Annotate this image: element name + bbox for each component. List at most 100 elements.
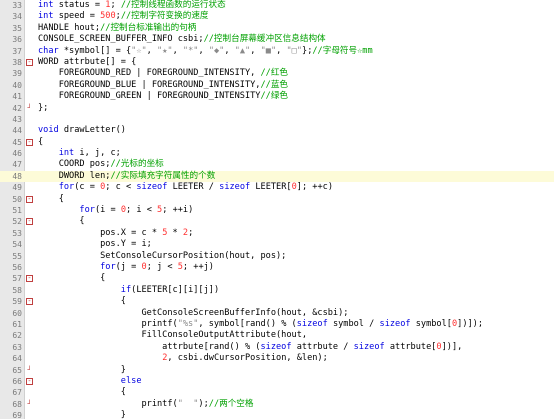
code-line[interactable]: 65 ┘ } <box>0 365 554 376</box>
code-line[interactable]: 67 { <box>0 387 554 398</box>
code-text: 2, csbi.dwCursorPosition, &len); <box>38 353 328 364</box>
code-line[interactable]: 45-{ <box>0 137 554 148</box>
code-token: //控制字符变换的速度 <box>120 11 209 22</box>
code-line[interactable]: 46 int i, j, c; <box>0 148 554 159</box>
code-line[interactable]: 39 FOREGROUND_RED | FOREGROUND_INTENSITY… <box>0 68 554 79</box>
code-line[interactable]: 69 } <box>0 410 554 419</box>
code-line[interactable]: 63 attrbute[rand() % (sizeof attrbute / … <box>0 342 554 353</box>
code-line[interactable]: 53 pos.X = c * 5 * 2; <box>0 228 554 239</box>
code-token: , <box>276 45 287 56</box>
code-text: GetConsoleScreenBufferInfo(hout, &csbi); <box>38 308 348 319</box>
code-line[interactable]: 33 int status = 1; //控制线程函数的运行状态 <box>0 0 554 11</box>
code-line[interactable]: 44 void drawLetter() <box>0 125 554 136</box>
code-token: FillConsoleOutputAttribute(hout, <box>38 330 308 341</box>
line-number: 51 <box>12 206 22 216</box>
code-token: , <box>172 45 183 56</box>
code-line[interactable]: 36 CONSOLE_SCREEN_BUFFER_INFO csbi;//控制台屏… <box>0 34 554 45</box>
code-text: if(LEETER[c][i][j]) <box>38 285 219 296</box>
code-token: drawLetter() <box>58 125 126 136</box>
code-text: void drawLetter() <box>38 125 126 136</box>
code-text: DWORD len;//实际填充字符属性的个数 <box>38 171 216 182</box>
code-token: { <box>38 216 85 227</box>
code-line[interactable]: 50- { <box>0 194 554 205</box>
code-text: pos.X = c * 5 * 2; <box>38 228 193 239</box>
code-line[interactable]: 37 char *symbol[] = {"☆", "★", "*", "◆", … <box>0 46 554 57</box>
code-line[interactable]: 43 <box>0 114 554 125</box>
fold-toggle-icon[interactable]: - <box>26 138 33 146</box>
code-token: else <box>120 375 142 386</box>
code-token: "%s" <box>177 318 199 329</box>
code-line[interactable]: 51 for(i = 0; i < 5; ++i) <box>0 205 554 216</box>
code-text: printf(" ");//两个空格 <box>38 398 253 410</box>
code-line[interactable]: 58 if(LEETER[c][i][j]) <box>0 285 554 296</box>
code-line[interactable]: 35 HANDLE hout;//控制台标准输出的句柄 <box>0 23 554 34</box>
fold-toggle-icon[interactable]: - <box>26 377 33 385</box>
line-number: 41 <box>12 92 22 102</box>
code-line[interactable]: 41 FOREGROUND_GREEN | FOREGROUND_INTENSI… <box>0 91 554 102</box>
code-line[interactable]: 48 DWORD len;//实际填充字符属性的个数 <box>0 170 554 183</box>
code-text: SetConsoleCursorPosition(hout, pos); <box>38 251 286 262</box>
code-line[interactable]: 66- else <box>0 376 554 387</box>
fold-toggle-icon[interactable]: - <box>26 218 33 226</box>
code-line[interactable]: 49 for(c = 0; c < sizeof LEETER / sizeof… <box>0 182 554 193</box>
code-line[interactable]: 52- { <box>0 216 554 227</box>
line-number: 65 <box>12 365 22 375</box>
code-text: WORD attrbute[] = { <box>38 57 136 68</box>
code-token: { <box>38 296 126 307</box>
fold-toggle-icon[interactable]: - <box>26 195 33 203</box>
code-text: else <box>38 376 142 387</box>
code-area[interactable]: 33 int status = 1; //控制线程函数的运行状态 34 int spe… <box>0 0 554 419</box>
code-line[interactable]: 62 FillConsoleOutputAttribute(hout, <box>0 330 554 341</box>
code-token: FOREGROUND_RED | FOREGROUND_INTENSITY, <box>38 68 261 79</box>
code-line[interactable]: 40 FOREGROUND_BLUE | FOREGROUND_INTENSIT… <box>0 80 554 91</box>
line-number: 61 <box>12 319 22 329</box>
code-token: //光标的坐标 <box>110 159 164 170</box>
code-text: int status = 1; //控制线程函数的运行状态 <box>38 0 226 11</box>
code-line[interactable]: 59- { <box>0 296 554 307</box>
code-text: { <box>38 216 85 227</box>
code-editor[interactable]: 33 int status = 1; //控制线程函数的运行状态 34 int spe… <box>0 0 554 419</box>
code-line[interactable]: 64 2, csbi.dwCursorPosition, &len); <box>0 353 554 364</box>
fold-toggle-icon[interactable]: - <box>26 298 33 306</box>
code-line[interactable]: 61 printf("%s", symbol[rand() % (sizeof … <box>0 319 554 330</box>
code-token: "▲" <box>234 45 251 56</box>
code-line[interactable]: 54 pos.Y = i; <box>0 239 554 250</box>
line-number: 67 <box>12 388 22 398</box>
line-number: 47 <box>12 160 22 170</box>
code-text: } <box>38 410 126 419</box>
code-line[interactable]: 47 COORD pos;//光标的坐标 <box>0 159 554 170</box>
code-token: ; ++i) <box>162 205 194 216</box>
code-line[interactable]: 57- { <box>0 273 554 284</box>
code-token: (i = <box>94 205 121 216</box>
code-token: " " <box>177 398 199 409</box>
code-token: if <box>120 284 132 295</box>
code-line[interactable]: 38- WORD attrbute[] = { <box>0 57 554 68</box>
code-token: }; <box>302 45 313 56</box>
code-token: int <box>38 0 54 10</box>
code-text: attrbute[rand() % (sizeof attrbute / siz… <box>38 342 462 353</box>
code-token: LEETER / <box>167 182 220 193</box>
code-line[interactable]: 56 for(j = 0; j < 5; ++j) <box>0 262 554 273</box>
code-line[interactable]: 55 SetConsoleCursorPosition(hout, pos); <box>0 251 554 262</box>
code-token: sizeof <box>136 182 168 193</box>
line-number: 35 <box>12 23 22 33</box>
code-line[interactable]: 42 ┘}; <box>0 103 554 114</box>
code-token: int <box>38 11 54 22</box>
code-token: //控制台屏幕缓冲区信息结构体 <box>203 34 326 45</box>
code-token: "◆" <box>208 45 225 56</box>
fold-toggle-icon[interactable]: - <box>26 275 33 283</box>
code-text: { <box>38 273 105 284</box>
code-line[interactable]: 34 int speed = 500;//控制字符变换的速度 <box>0 11 554 22</box>
code-token: SetConsoleCursorPosition(hout, pos); <box>38 250 287 261</box>
code-token: sizeof <box>296 318 328 329</box>
code-line[interactable]: 68 ┘ printf(" ");//两个空格 <box>0 399 554 410</box>
line-number: 49 <box>12 183 22 193</box>
line-number: 50 <box>12 194 22 204</box>
line-number: 43 <box>12 114 22 124</box>
code-line[interactable]: 60 GetConsoleScreenBufferInfo(hout, &csb… <box>0 308 554 319</box>
code-token: //控制线程函数的运行状态 <box>120 0 226 10</box>
code-token: (LEETER[c][i][j]) <box>131 284 220 295</box>
fold-toggle-icon[interactable]: - <box>26 58 33 66</box>
